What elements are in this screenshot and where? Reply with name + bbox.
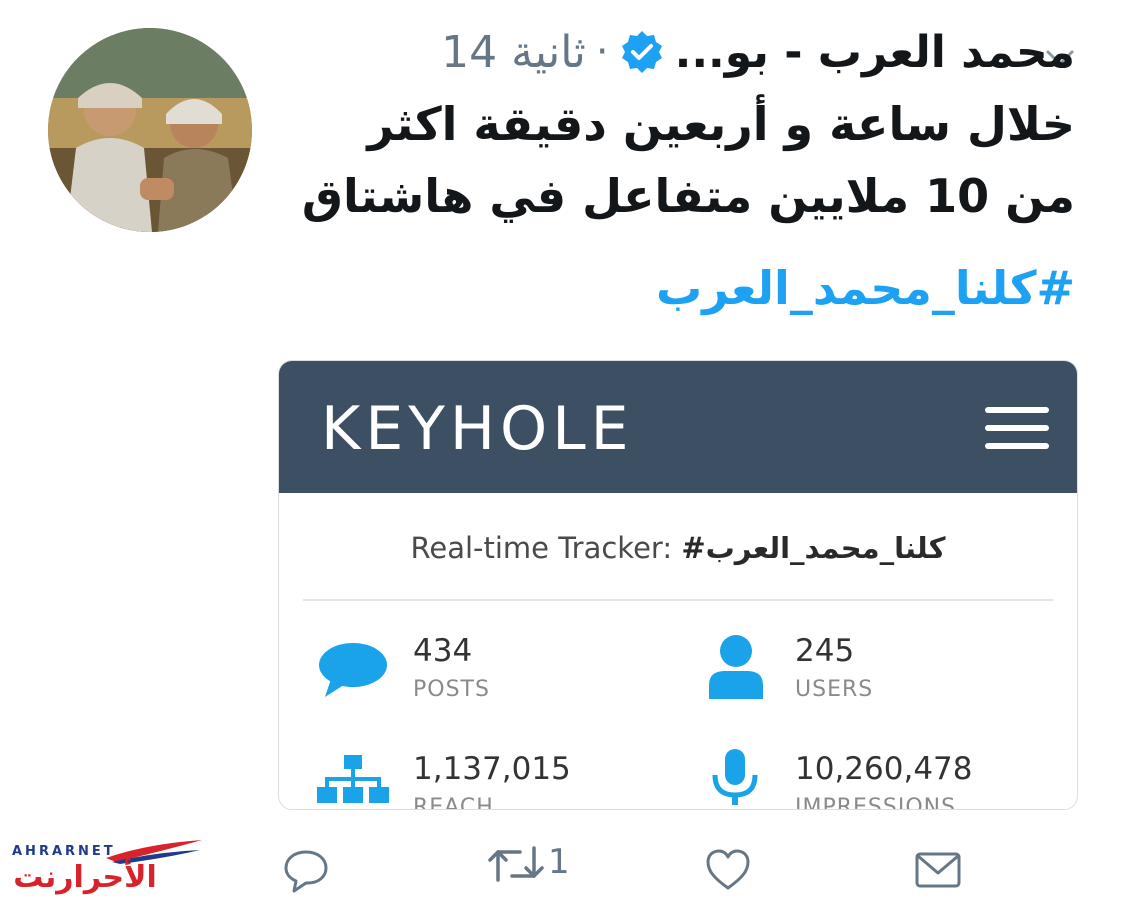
tracker-label: Real-time Tracker:	[410, 531, 673, 565]
tweet-text-line: من 10 ملايين متفاعل في هاشتاق	[301, 169, 1075, 223]
stat-reach: 1,137,015 REACH	[413, 751, 571, 810]
watermark-arabic: الأحرارنت	[13, 860, 157, 895]
stat-users: 245 USERS	[795, 633, 873, 702]
tracker-hashtag: #كلنا_محمد_العرب	[681, 531, 946, 565]
tweet-timestamp[interactable]: 14 ثانية	[441, 27, 586, 78]
watermark-latin: AHRARNET	[12, 844, 116, 859]
keyhole-body: Real-time Tracker: #كلنا_محمد_العرب 434 …	[279, 493, 1077, 809]
avatar-image	[48, 28, 252, 232]
stat-label: IMPRESSIONS	[795, 795, 957, 810]
keyhole-header: KEYHOLE	[279, 361, 1077, 493]
header-separator: ·	[595, 29, 609, 75]
stat-label: POSTS	[413, 677, 490, 702]
divider	[303, 599, 1053, 601]
stat-value: 10,260,478	[795, 751, 973, 787]
retweet-count: 1	[548, 842, 570, 882]
user-icon	[709, 635, 763, 699]
like-icon[interactable]	[704, 840, 752, 900]
hamburger-menu-icon[interactable]	[985, 407, 1049, 449]
stat-posts: 434 POSTS	[413, 633, 490, 702]
microphone-icon	[712, 749, 758, 805]
author-name[interactable]: محمد العرب - بو...	[675, 27, 1075, 78]
stat-label: REACH	[413, 795, 494, 810]
direct-message-icon[interactable]	[914, 840, 962, 900]
speech-bubble-icon	[319, 643, 387, 697]
stat-value: 1,137,015	[413, 751, 571, 787]
network-icon	[317, 755, 389, 803]
stat-value: 245	[795, 633, 855, 669]
retweet-button[interactable]: 1	[486, 840, 570, 900]
reply-icon[interactable]	[282, 840, 330, 900]
tweet-header: 14 ثانية · محمد العرب - بو...	[441, 20, 1075, 84]
author-avatar[interactable]	[48, 28, 252, 232]
tweet-text: خلال ساعة و أربعين دقيقة اكثر من 10 ملاي…	[275, 88, 1075, 232]
svg-text:KEYHOLE: KEYHOLE	[321, 395, 631, 461]
ahrarnet-watermark: AHRARNET الأحرارنت	[10, 838, 210, 898]
stat-impressions: 10,260,478 IMPRESSIONS	[795, 751, 973, 810]
keyhole-logo: KEYHOLE	[321, 394, 631, 476]
media-card[interactable]: KEYHOLE Real-time Tracker: #كلنا_محمد_ال…	[278, 360, 1078, 810]
verified-badge-icon	[621, 31, 662, 73]
keyhole-logo-mark: KEYHOLE	[321, 394, 631, 464]
retweet-icon	[488, 846, 544, 882]
stat-value: 434	[413, 633, 473, 669]
tracker-heading: Real-time Tracker: #كلنا_محمد_العرب	[279, 531, 1077, 565]
tweet-text-line: خلال ساعة و أربعين دقيقة اكثر	[367, 97, 1075, 151]
stat-label: USERS	[795, 677, 874, 702]
hashtag-link[interactable]: #كلنا_محمد_العرب	[656, 252, 1075, 324]
